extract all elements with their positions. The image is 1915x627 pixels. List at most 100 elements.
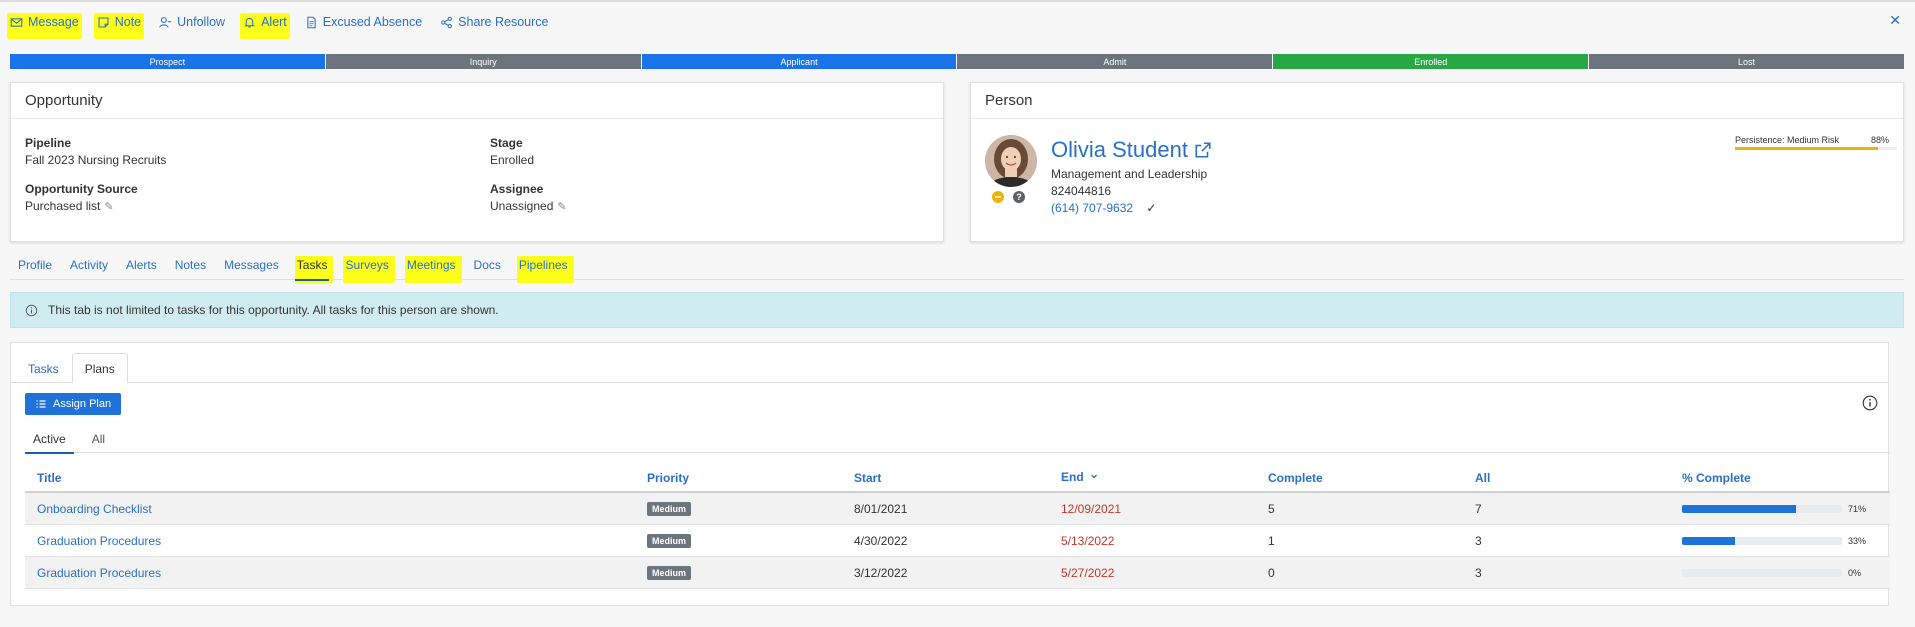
top-border — [0, 0, 1915, 2]
question-icon[interactable]: ? — [1013, 191, 1025, 203]
pencil-icon[interactable]: ✎ — [557, 201, 566, 213]
col-percent-complete[interactable]: % Complete — [1682, 471, 1890, 485]
tab-docs[interactable]: Docs — [466, 250, 509, 280]
unfollow-button[interactable]: Unfollow — [159, 11, 225, 33]
message-button[interactable]: Message — [7, 11, 82, 39]
person-tabs: Profile Activity Alerts Notes Messages Tasks S… — [10, 250, 1904, 283]
subtab-plans[interactable]: Plans — [71, 353, 128, 383]
stage-label: Stage — [490, 136, 523, 150]
cell-all: 7 — [1475, 501, 1482, 516]
tab-profile[interactable]: Profile — [10, 250, 60, 280]
info-circle-icon[interactable] — [1862, 395, 1878, 411]
subtab-tasks[interactable]: Tasks — [15, 353, 72, 383]
progress-bar — [1682, 568, 1842, 577]
note-label: Note — [114, 15, 142, 29]
col-end[interactable]: End ⌄ — [1061, 466, 1268, 485]
person-name: Olivia Student — [1051, 137, 1188, 162]
stage-prospect[interactable]: Prospect — [10, 54, 325, 69]
avatar-photo — [985, 135, 1037, 187]
alert-label: Alert — [261, 15, 287, 29]
plan-title-link[interactable]: Graduation Procedures — [37, 566, 161, 580]
col-title[interactable]: Title — [25, 471, 647, 485]
info-banner: This tab is not limited to tasks for thi… — [10, 292, 1904, 328]
tab-label: Profile — [18, 258, 53, 272]
minus-status-icon[interactable] — [992, 191, 1004, 203]
share-resource-button[interactable]: Share Resource — [440, 11, 548, 33]
table-row[interactable]: Onboarding Checklist Medium 8/01/2021 12/09… — [25, 493, 1890, 525]
col-complete[interactable]: Complete — [1268, 471, 1475, 485]
tab-activity[interactable]: Activity — [62, 250, 116, 280]
plan-title-link[interactable]: Onboarding Checklist — [37, 502, 152, 516]
progress-label: 33% — [1848, 535, 1867, 546]
table-body: Onboarding Checklist Medium 8/01/2021 12/09… — [25, 493, 1890, 589]
opportunity-source-value: Purchased list — [25, 199, 101, 213]
person-name-link[interactable]: Olivia Student — [1051, 137, 1212, 163]
cell-end: 5/13/2022 — [1061, 533, 1115, 548]
tab-meetings[interactable]: Meetings — [399, 250, 464, 283]
task-subtabs: Tasks Plans — [11, 353, 1888, 383]
priority-badge: Medium — [647, 565, 692, 580]
cell-complete: 1 — [1268, 533, 1275, 548]
bell-icon — [244, 17, 255, 27]
assign-plan-button[interactable]: Assign Plan — [25, 393, 122, 415]
plans-panel: Tasks Plans Assign Plan Active All Title… — [10, 342, 1890, 606]
stage-applicant[interactable]: Applicant — [641, 54, 957, 69]
plan-title-link[interactable]: Graduation Procedures — [37, 534, 161, 548]
tab-surveys[interactable]: Surveys — [337, 250, 396, 283]
pipeline-value: Fall 2023 Nursing Recruits — [25, 153, 167, 167]
alert-button[interactable]: Alert — [240, 11, 290, 39]
cell-complete: 0 — [1268, 565, 1275, 580]
col-start[interactable]: Start — [854, 471, 1061, 485]
opportunity-card: Opportunity Pipeline Fall 2023 Nursing R… — [10, 82, 944, 242]
stage-admit[interactable]: Admit — [957, 54, 1273, 69]
tab-label: Docs — [473, 258, 501, 272]
tab-tasks[interactable]: Tasks — [289, 250, 336, 283]
cell-percent-complete: 71% — [1682, 504, 1890, 514]
excused-absence-button[interactable]: Excused Absence — [305, 11, 422, 33]
stage-enrolled[interactable]: Enrolled — [1273, 54, 1589, 69]
cell-end: 12/09/2021 — [1061, 501, 1122, 516]
tab-alerts[interactable]: Alerts — [118, 250, 165, 280]
stage-value: Enrolled — [490, 153, 535, 167]
opportunity-source-field: Purchased list ✎ — [25, 199, 114, 213]
progress-bar-fill — [1682, 536, 1735, 545]
stage-lost[interactable]: Lost — [1589, 54, 1904, 69]
cell-all: 3 — [1475, 533, 1482, 548]
tab-messages[interactable]: Messages — [216, 250, 287, 280]
stage-inquiry[interactable]: Inquiry — [325, 54, 641, 69]
person-id: 824044816 — [1051, 184, 1112, 198]
action-toolbar: Message Note Unfollow Alert Excused Abse… — [7, 10, 566, 39]
cell-all: 3 — [1475, 565, 1482, 580]
plan-filter-tabs: Active All — [25, 425, 1890, 454]
person-phone[interactable]: (614) 707-9632 — [1051, 201, 1133, 215]
progress-bar — [1682, 536, 1842, 545]
filter-all[interactable]: All — [84, 425, 113, 453]
tab-label: Activity — [70, 258, 109, 272]
person-card: Person ? Olivia Student Management and L… — [970, 82, 1904, 242]
tab-pipelines[interactable]: Pipelines — [511, 250, 576, 283]
cell-title: Graduation Procedures — [25, 534, 647, 548]
table-row[interactable]: Graduation Procedures Medium 4/30/2022 5/13… — [25, 525, 1890, 557]
avatar[interactable] — [985, 135, 1037, 187]
share-icon — [441, 16, 453, 28]
info-banner-text: This tab is not limited to tasks for thi… — [48, 303, 499, 317]
note-button[interactable]: Note — [93, 11, 145, 39]
pencil-icon[interactable]: ✎ — [104, 201, 113, 213]
progress-label: 71% — [1848, 503, 1867, 514]
filter-active[interactable]: Active — [25, 425, 74, 454]
col-end-label: End — [1061, 470, 1084, 484]
cell-complete: 5 — [1268, 501, 1275, 516]
col-priority[interactable]: Priority — [647, 471, 854, 485]
table-row[interactable]: Graduation Procedures Medium 3/12/2022 5/27… — [25, 557, 1890, 589]
cell-title: Graduation Procedures — [25, 566, 647, 580]
close-icon[interactable]: ✕ — [1889, 12, 1901, 29]
cell-percent-complete: 33% — [1682, 536, 1890, 546]
persistence-bar — [1735, 147, 1897, 150]
cell-percent-complete: 0% — [1682, 568, 1890, 578]
col-all[interactable]: All — [1475, 471, 1682, 485]
document-icon — [307, 16, 316, 28]
external-link-icon[interactable] — [1194, 141, 1212, 159]
cell-start: 4/30/2022 — [854, 533, 908, 548]
tab-notes[interactable]: Notes — [167, 250, 214, 280]
phone-verified-check-icon: ✓ — [1146, 201, 1157, 215]
